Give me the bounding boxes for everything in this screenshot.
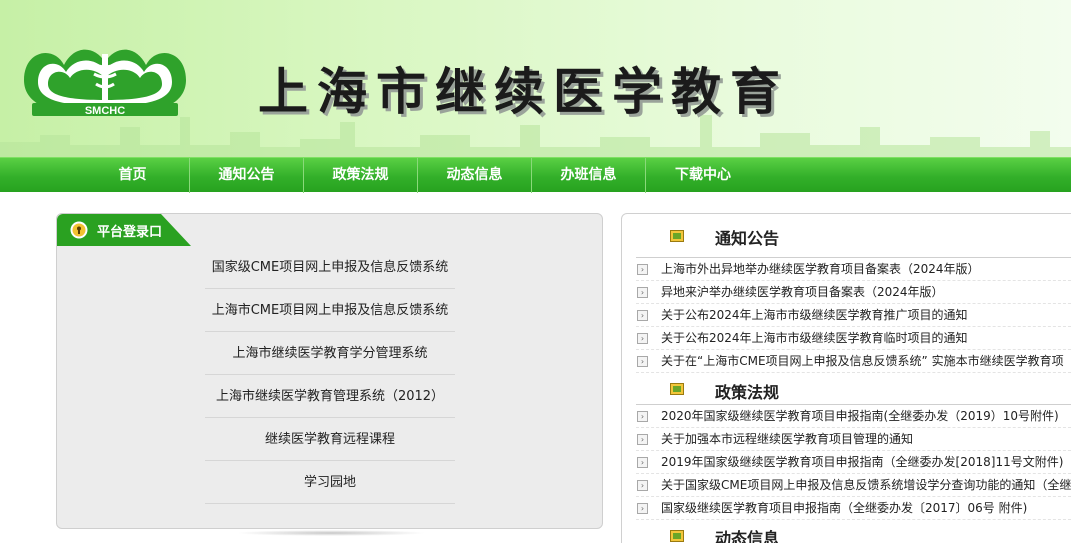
news-item[interactable]: › 关于在“上海市CME项目网上申报及信息反馈系统” 实施本市继续医学教育项 bbox=[636, 350, 1071, 373]
svg-text:SMCHC: SMCHC bbox=[85, 105, 125, 117]
news-item[interactable]: › 关于公布2024年上海市市级继续医学教育推广项目的通知 bbox=[636, 304, 1071, 327]
section-title: 动态信息 bbox=[715, 529, 780, 543]
system-link-shanghai-cme[interactable]: 上海市CME项目网上申报及信息反馈系统 bbox=[205, 289, 455, 332]
bullet-icon: › bbox=[637, 356, 648, 367]
nav-notices[interactable]: 通知公告 bbox=[190, 158, 304, 193]
nav-dynamics[interactable]: 动态信息 bbox=[418, 158, 532, 193]
news-item[interactable]: › 国家级继续医学教育项目申报指南（全继委办发〔2017〕06号 附件) bbox=[636, 497, 1071, 520]
header-banner: SMCHC 上海市继续医学教育 bbox=[0, 0, 1071, 157]
news-item[interactable]: › 关于加强本市远程继续医学教育项目管理的通知 bbox=[636, 428, 1071, 451]
section-title: 通知公告 bbox=[715, 229, 780, 248]
site-title: 上海市继续医学教育 bbox=[258, 63, 789, 121]
lock-icon bbox=[70, 221, 88, 239]
system-link-management-2012[interactable]: 上海市继续医学教育管理系统（2012） bbox=[205, 375, 455, 418]
news-item-label: 2020年国家级继续医学教育项目申报指南(全继委办发（2019）10号附件) bbox=[661, 409, 1059, 423]
nav-classes[interactable]: 办班信息 bbox=[532, 158, 646, 193]
section-title: 政策法规 bbox=[715, 383, 780, 402]
bullet-icon: › bbox=[637, 264, 648, 275]
news-item[interactable]: › 关于公布2024年上海市市级继续医学教育临时项目的通知 bbox=[636, 327, 1071, 350]
news-item[interactable]: › 2020年国家级继续医学教育项目申报指南(全继委办发（2019）10号附件) bbox=[636, 405, 1071, 428]
system-link-study-garden[interactable]: 学习园地 bbox=[205, 461, 455, 504]
section-header: 政策法规 bbox=[636, 373, 1071, 405]
section-header: 通知公告 bbox=[636, 214, 1071, 258]
news-panel: 通知公告 › 上海市外出异地举办继续医学教育项目备案表（2024年版） › 异地来沪… bbox=[621, 213, 1071, 543]
bullet-icon: › bbox=[637, 287, 648, 298]
news-item-label: 上海市外出异地举办继续医学教育项目备案表（2024年版） bbox=[661, 262, 980, 276]
news-item[interactable]: › 关于国家级CME项目网上申报及信息反馈系统增设学分查询功能的通知（全继 bbox=[636, 474, 1071, 497]
notices-section: 通知公告 › 上海市外出异地举办继续医学教育项目备案表（2024年版） › 异地来沪… bbox=[636, 214, 1071, 373]
bullet-icon: › bbox=[637, 333, 648, 344]
section-header: 动态信息 bbox=[636, 520, 1071, 543]
bullet-icon: › bbox=[637, 434, 648, 445]
news-item-label: 国家级继续医学教育项目申报指南（全继委办发〔2017〕06号 附件) bbox=[661, 501, 1028, 515]
news-item-label: 关于公布2024年上海市市级继续医学教育临时项目的通知 bbox=[661, 331, 968, 345]
panel-shadow bbox=[236, 530, 426, 536]
login-tab: 平台登录口 bbox=[57, 214, 191, 246]
news-item-label: 关于在“上海市CME项目网上申报及信息反馈系统” 实施本市继续医学教育项 bbox=[661, 354, 1064, 368]
nav-policies[interactable]: 政策法规 bbox=[304, 158, 418, 193]
bullet-icon: › bbox=[637, 411, 648, 422]
main-nav: 首页 通知公告 政策法规 动态信息 办班信息 下载中心 bbox=[0, 157, 1071, 193]
news-item[interactable]: › 2019年国家级继续医学教育项目申报指南（全继委办发[2018]11号文附件) bbox=[636, 451, 1071, 474]
folder-icon bbox=[670, 530, 684, 542]
news-item[interactable]: › 上海市外出异地举办继续医学教育项目备案表（2024年版） bbox=[636, 258, 1071, 281]
folder-icon bbox=[670, 230, 684, 242]
news-item-label: 关于公布2024年上海市市级继续医学教育推广项目的通知 bbox=[661, 308, 968, 322]
news-item-label: 关于国家级CME项目网上申报及信息反馈系统增设学分查询功能的通知（全继 bbox=[661, 478, 1071, 492]
news-item-label: 关于加强本市远程继续医学教育项目管理的通知 bbox=[661, 432, 914, 446]
bullet-icon: › bbox=[637, 457, 648, 468]
nav-downloads[interactable]: 下载中心 bbox=[646, 158, 760, 193]
policies-section: 政策法规 › 2020年国家级继续医学教育项目申报指南(全继委办发（2019）10… bbox=[636, 373, 1071, 520]
nav-home[interactable]: 首页 bbox=[76, 158, 190, 193]
platform-login-panel: 平台登录口 国家级CME项目网上申报及信息反馈系统 上海市CME项目网上申报及信… bbox=[56, 213, 603, 529]
folder-icon bbox=[670, 383, 684, 395]
smchc-logo: SMCHC bbox=[24, 49, 186, 117]
news-item-label: 2019年国家级继续医学教育项目申报指南（全继委办发[2018]11号文附件) bbox=[661, 455, 1064, 469]
system-link-list: 国家级CME项目网上申报及信息反馈系统 上海市CME项目网上申报及信息反馈系统 … bbox=[205, 246, 455, 504]
system-link-national-cme[interactable]: 国家级CME项目网上申报及信息反馈系统 bbox=[205, 246, 455, 289]
dynamics-section: 动态信息 bbox=[636, 520, 1071, 543]
bullet-icon: › bbox=[637, 310, 648, 321]
login-tab-label: 平台登录口 bbox=[97, 225, 163, 240]
news-item-label: 异地来沪举办继续医学教育项目备案表（2024年版） bbox=[661, 285, 944, 299]
bullet-icon: › bbox=[637, 480, 648, 491]
system-link-remote-courses[interactable]: 继续医学教育远程课程 bbox=[205, 418, 455, 461]
news-item[interactable]: › 异地来沪举办继续医学教育项目备案表（2024年版） bbox=[636, 281, 1071, 304]
system-link-credit-management[interactable]: 上海市继续医学教育学分管理系统 bbox=[205, 332, 455, 375]
bullet-icon: › bbox=[637, 503, 648, 514]
